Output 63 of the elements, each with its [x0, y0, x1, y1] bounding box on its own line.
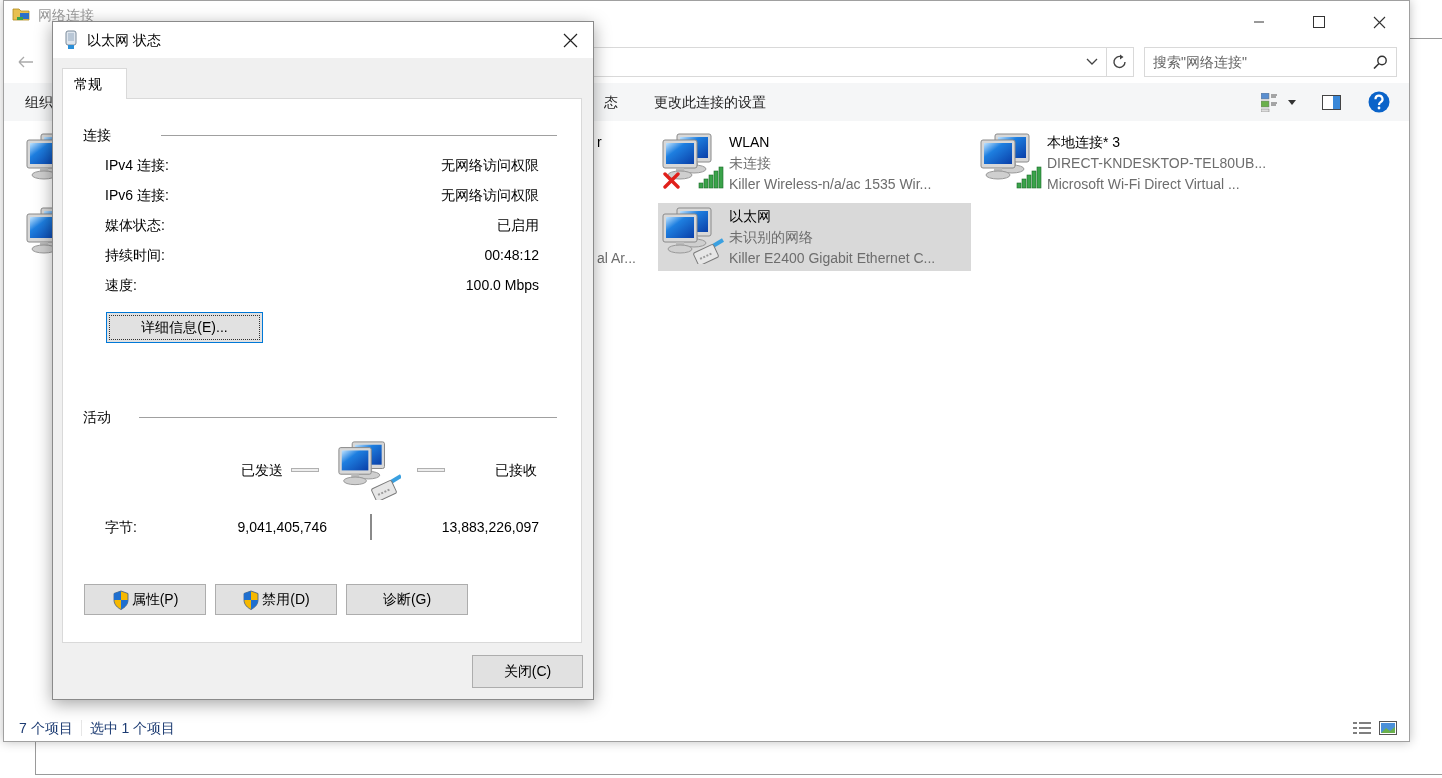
adapter-device: al Ar...: [597, 249, 636, 268]
computers-cable-icon: [337, 440, 401, 500]
item-count: 7 个项目: [19, 718, 73, 738]
bytes-sent: 9,041,405,746: [236, 517, 327, 537]
shield-button[interactable]: 禁用(D): [215, 584, 337, 615]
maximize-icon[interactable]: [1313, 16, 1325, 28]
refresh-button[interactable]: [1106, 47, 1134, 77]
received-label: 已接收: [494, 460, 537, 480]
close-icon[interactable]: [562, 32, 578, 48]
adapter-status: 未识别的网络: [729, 228, 814, 247]
field-label: IPv6 连接:: [105, 185, 169, 205]
field-label: 持续时间:: [105, 245, 165, 265]
tab[interactable]: 常规: [62, 68, 127, 99]
network-folder-icon: [12, 5, 32, 23]
large-icons-view-icon[interactable]: [1379, 721, 1397, 735]
field-value: 00:48:12: [484, 245, 539, 265]
adapter-device: Killer E2400 Gigabit Ethernet C...: [729, 249, 936, 268]
toolbar-item[interactable]: 态: [604, 91, 618, 113]
field-label: 速度:: [105, 275, 137, 295]
shield-button[interactable]: 属性(P): [84, 584, 206, 615]
ethernet-plug-icon: [63, 30, 79, 50]
view-options-icon[interactable]: [1261, 92, 1278, 112]
details-button[interactable]: 详细信息(E)...: [106, 312, 263, 343]
computers-signal-icon: [661, 132, 725, 190]
sent-label: 已发送: [240, 460, 283, 480]
search-field[interactable]: 搜索"网络连接": [1144, 47, 1397, 77]
section-heading: 连接: [83, 125, 111, 145]
details-view-icon[interactable]: [1353, 721, 1371, 735]
adapter-status: DIRECT-KNDESKTOP-TEL80UB...: [1047, 154, 1267, 173]
field-label: 媒体状态:: [105, 215, 165, 235]
bytes-received: 13,883,226,097: [440, 517, 539, 537]
adapter-name: WLAN: [729, 133, 771, 152]
computers-signal-icon: [979, 132, 1043, 190]
preview-pane-icon[interactable]: [1322, 94, 1341, 110]
selection-count: 选中 1 个项目: [89, 718, 176, 738]
adapter-name: r: [597, 133, 602, 152]
caret-icon[interactable]: [1288, 99, 1296, 105]
dialog-title: 以太网 状态: [87, 30, 161, 50]
adapter-status: 未连接: [729, 154, 772, 173]
help-icon[interactable]: [1368, 91, 1390, 113]
bytes-label: 字节:: [105, 517, 138, 537]
section-heading: 活动: [83, 407, 111, 427]
adapter-device: Killer Wireless-n/a/ac 1535 Wir...: [729, 175, 932, 194]
action-button[interactable]: 诊断(G): [346, 584, 468, 615]
field-value: 无网络访问权限: [441, 185, 539, 205]
adapter-name: 以太网: [729, 207, 772, 226]
refresh-icon[interactable]: [1112, 54, 1128, 70]
adapter-item[interactable]: WLAN 未连接 Killer Wireless-n/a/ac 1535 Wir...: [658, 129, 971, 197]
computers-cable-icon: [661, 206, 725, 264]
adapter-device: Microsoft Wi-Fi Direct Virtual ...: [1047, 175, 1241, 194]
close-button[interactable]: 关闭(C): [472, 655, 583, 688]
chevron-down-icon[interactable]: [1086, 58, 1098, 66]
field-value: 已启用: [497, 215, 539, 235]
adapter-item[interactable]: 本地连接* 3 DIRECT-KNDESKTOP-TEL80UB... Microsoft Wi-Fi Direct Virtual ...: [976, 129, 1289, 197]
search-icon[interactable]: [1373, 55, 1387, 69]
toolbar-item[interactable]: 更改此连接的设置: [654, 91, 766, 113]
close-icon[interactable]: [1372, 15, 1386, 29]
field-label: IPv4 连接:: [105, 155, 169, 175]
adapter-name: 本地连接* 3: [1047, 133, 1122, 152]
field-value: 100.0 Mbps: [465, 275, 539, 295]
adapter-item[interactable]: 以太网 未识别的网络 Killer E2400 Gigabit Ethernet C...: [658, 203, 971, 271]
field-value: 无网络访问权限: [441, 155, 539, 175]
toolbar-item[interactable]: 组织: [25, 91, 53, 113]
